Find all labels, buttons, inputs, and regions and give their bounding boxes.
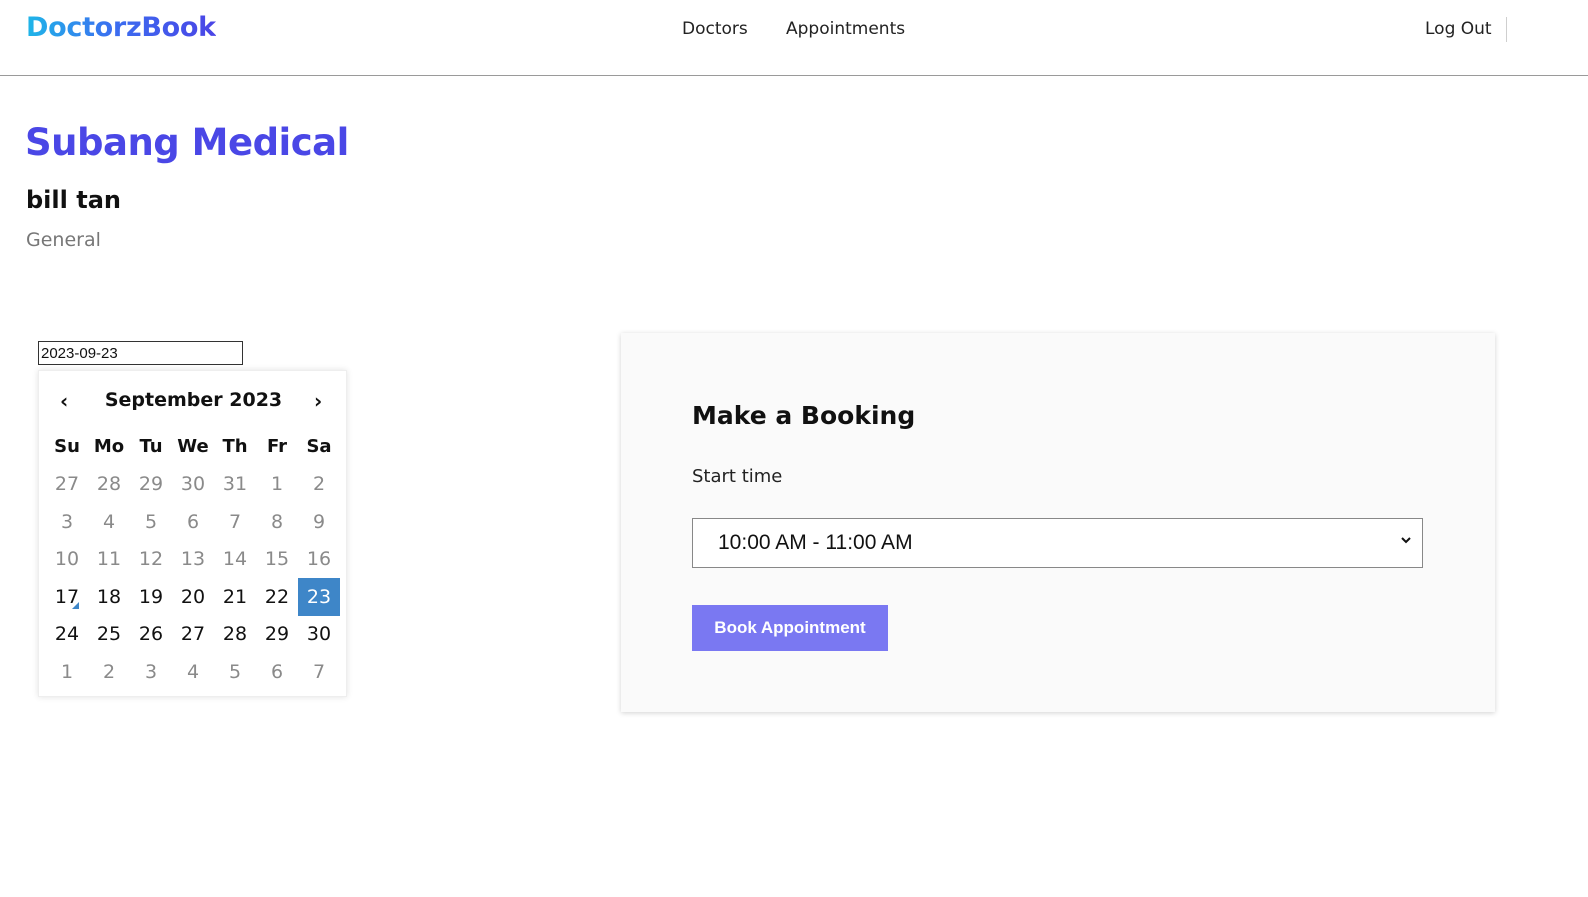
calendar-day[interactable]: 2	[298, 466, 340, 504]
calendar-day[interactable]: 25	[88, 616, 130, 654]
calendar-day[interactable]: 6	[256, 653, 298, 691]
calendar-day[interactable]: 6	[172, 503, 214, 541]
calendar-day[interactable]: 2	[88, 653, 130, 691]
calendar-day[interactable]: 27	[172, 616, 214, 654]
calendar-day[interactable]: 18	[88, 578, 130, 616]
weekday-header: Fr	[266, 436, 288, 458]
calendar-day[interactable]: 10	[46, 541, 88, 579]
nav-doctors-link[interactable]: Doctors	[682, 19, 748, 39]
calendar-day[interactable]: 13	[172, 541, 214, 579]
calendar-day[interactable]: 28	[214, 616, 256, 654]
calendar-day[interactable]: 24	[46, 616, 88, 654]
calendar-grid: Su Mo Tu We Th Fr Sa 27 28 29 30 31 1 2 3 4 5 6 7 8 9 10 11 12 1…	[46, 428, 340, 691]
nav-divider	[1506, 17, 1507, 42]
start-time-label: Start time	[692, 466, 783, 487]
booking-card: Make a Booking Start time 10:00 AM - 11:…	[621, 333, 1495, 712]
calendar-day-selected[interactable]: 23	[298, 578, 340, 616]
calendar-day[interactable]: 29	[130, 466, 172, 504]
calendar-day[interactable]: 28	[88, 466, 130, 504]
calendar-day[interactable]: 20	[172, 578, 214, 616]
calendar-day[interactable]: 1	[46, 653, 88, 691]
calendar-day[interactable]: 22	[256, 578, 298, 616]
calendar-day[interactable]: 30	[172, 466, 214, 504]
weekday-header: Su	[54, 436, 80, 458]
doctor-specialty: General	[26, 229, 101, 251]
date-input[interactable]	[38, 341, 243, 365]
calendar-day[interactable]: 31	[214, 466, 256, 504]
selected-time-value: 10:00 AM - 11:00 AM	[718, 531, 913, 554]
calendar-month-title: September 2023	[104, 389, 283, 411]
weekday-header: Mo	[93, 436, 125, 458]
calendar-day[interactable]: 27	[46, 466, 88, 504]
doctor-name: bill tan	[26, 186, 121, 214]
book-appointment-button[interactable]: Book Appointment	[692, 605, 888, 651]
calendar-day[interactable]: 11	[88, 541, 130, 579]
log-out-link[interactable]: Log Out	[1425, 19, 1492, 39]
calendar-day[interactable]: 16	[298, 541, 340, 579]
calendar-day[interactable]: 15	[256, 541, 298, 579]
start-time-select[interactable]: 10:00 AM - 11:00 AM	[692, 518, 1423, 568]
weekday-header: Sa	[306, 436, 332, 458]
calendar-day[interactable]: 1	[256, 466, 298, 504]
calendar-day[interactable]: 21	[214, 578, 256, 616]
calendar-day[interactable]: 3	[130, 653, 172, 691]
booking-title: Make a Booking	[692, 401, 916, 430]
calendar-day[interactable]: 4	[88, 503, 130, 541]
top-nav-bar: DoctorzBook Doctors Appointments Log Out	[0, 0, 1588, 76]
calendar-day[interactable]: 26	[130, 616, 172, 654]
weekday-header: We	[177, 436, 209, 458]
calendar-day[interactable]: 8	[256, 503, 298, 541]
calendar-day[interactable]: 3	[46, 503, 88, 541]
clinic-name: Subang Medical	[25, 121, 349, 164]
calendar-day[interactable]: 29	[256, 616, 298, 654]
calendar-day[interactable]: 5	[214, 653, 256, 691]
logo[interactable]: DoctorzBook	[26, 12, 216, 43]
calendar-day[interactable]: 19	[130, 578, 172, 616]
next-month-button[interactable]: ›	[314, 389, 322, 413]
calendar-day[interactable]: 4	[172, 653, 214, 691]
calendar-day[interactable]: 9	[298, 503, 340, 541]
calendar-day[interactable]: 7	[214, 503, 256, 541]
calendar-day-today[interactable]: 17	[46, 578, 88, 616]
calendar-day[interactable]: 7	[298, 653, 340, 691]
chevron-down-icon	[1401, 537, 1411, 544]
nav-appointments-link[interactable]: Appointments	[786, 19, 905, 39]
weekday-header: Th	[222, 436, 248, 458]
calendar-day[interactable]: 5	[130, 503, 172, 541]
calendar-day[interactable]: 30	[298, 616, 340, 654]
date-picker-calendar: ‹ September 2023 › Su Mo Tu We Th Fr Sa 27 28 29 3…	[38, 370, 347, 697]
calendar-day[interactable]: 14	[214, 541, 256, 579]
calendar-day[interactable]: 12	[130, 541, 172, 579]
weekday-header: Tu	[139, 436, 163, 458]
